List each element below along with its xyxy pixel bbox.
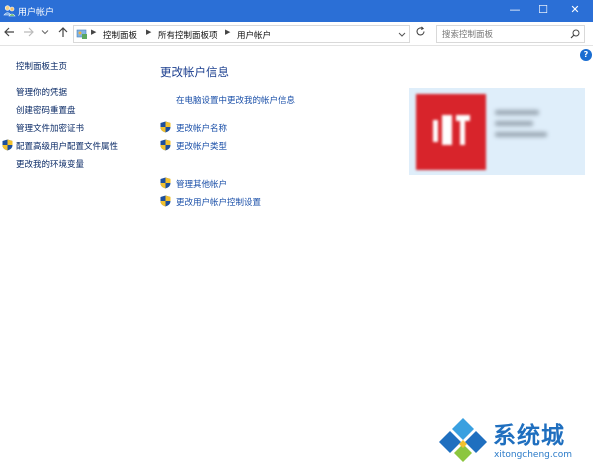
change-account-type-link[interactable]: 更改帐户类型 bbox=[176, 140, 227, 152]
navigation-bar: ▶ 控制面板 ▶ 所有控制面板项 ▶ 用户帐户 bbox=[0, 22, 593, 46]
manage-other-accounts-link[interactable]: 管理其他帐户 bbox=[176, 178, 227, 190]
breadcrumb-user-accounts[interactable]: 用户帐户 bbox=[237, 29, 271, 41]
address-dropdown-button[interactable] bbox=[397, 27, 407, 44]
forward-button[interactable] bbox=[22, 26, 36, 42]
refresh-icon bbox=[415, 26, 425, 36]
breadcrumb-separator-icon: ▶ bbox=[225, 28, 231, 36]
user-accounts-icon bbox=[3, 5, 16, 17]
avatar bbox=[416, 94, 486, 170]
back-button[interactable] bbox=[2, 26, 16, 42]
uac-shield-icon bbox=[2, 139, 13, 151]
change-account-name-link[interactable]: 更改帐户名称 bbox=[176, 122, 227, 134]
close-button[interactable]: ✕ bbox=[560, 0, 590, 22]
change-uac-settings-link[interactable]: 更改用户帐户控制设置 bbox=[176, 196, 261, 208]
search-icon[interactable] bbox=[570, 29, 580, 39]
uac-shield-icon bbox=[160, 195, 171, 207]
uac-shield-icon bbox=[160, 177, 171, 189]
title-bar: 用户帐户 — ☐ ✕ bbox=[0, 0, 593, 22]
arrow-up-icon bbox=[58, 27, 68, 37]
watermark-url: xitongcheng.com bbox=[494, 450, 572, 460]
watermark: 系统城 xitongcheng.com bbox=[438, 412, 588, 466]
chevron-down-icon bbox=[398, 32, 406, 37]
sidebar-item-change-environment-variables[interactable]: 更改我的环境变量 bbox=[16, 158, 84, 170]
recent-locations-dropdown[interactable] bbox=[38, 26, 52, 42]
uac-shield-icon bbox=[160, 121, 171, 133]
sidebar-item-manage-encryption-certificates[interactable]: 管理文件加密证书 bbox=[16, 122, 84, 134]
account-details-redacted bbox=[495, 110, 547, 143]
up-button[interactable] bbox=[56, 26, 70, 42]
minimize-button[interactable]: — bbox=[500, 0, 530, 22]
maximize-button[interactable]: ☐ bbox=[528, 0, 558, 22]
account-picture-icon bbox=[430, 112, 472, 150]
address-bar[interactable]: ▶ 控制面板 ▶ 所有控制面板项 ▶ 用户帐户 bbox=[73, 25, 410, 43]
breadcrumb-separator-icon: ▶ bbox=[146, 28, 152, 36]
uac-shield-icon bbox=[160, 139, 171, 151]
breadcrumb-control-panel[interactable]: 控制面板 bbox=[103, 29, 137, 41]
chevron-down-icon bbox=[41, 30, 49, 35]
sidebar-item-create-password-reset-disk[interactable]: 创建密码重置盘 bbox=[16, 104, 76, 116]
xitongcheng-logo bbox=[439, 418, 487, 462]
search-input[interactable] bbox=[442, 28, 567, 41]
page-title: 更改帐户信息 bbox=[160, 65, 229, 79]
help-button[interactable]: ? bbox=[580, 49, 592, 61]
arrow-right-icon bbox=[24, 27, 34, 37]
search-box[interactable] bbox=[436, 25, 585, 43]
window-title: 用户帐户 bbox=[18, 8, 55, 18]
sidebar-item-advanced-profile-properties[interactable]: 配置高级用户配置文件属性 bbox=[16, 140, 118, 152]
watermark-title: 系统城 bbox=[493, 423, 565, 449]
pc-settings-link[interactable]: 在电脑设置中更改我的帐户信息 bbox=[176, 94, 295, 106]
refresh-button[interactable] bbox=[411, 25, 429, 43]
control-panel-icon bbox=[76, 29, 87, 39]
breadcrumb-separator-icon: ▶ bbox=[91, 28, 97, 36]
arrow-left-icon bbox=[4, 27, 14, 37]
breadcrumb-all-items[interactable]: 所有控制面板项 bbox=[158, 29, 218, 41]
sidebar-item-manage-credentials[interactable]: 管理你的凭据 bbox=[16, 86, 67, 98]
account-panel bbox=[409, 88, 585, 175]
sidebar-item-control-panel-home[interactable]: 控制面板主页 bbox=[16, 60, 67, 72]
